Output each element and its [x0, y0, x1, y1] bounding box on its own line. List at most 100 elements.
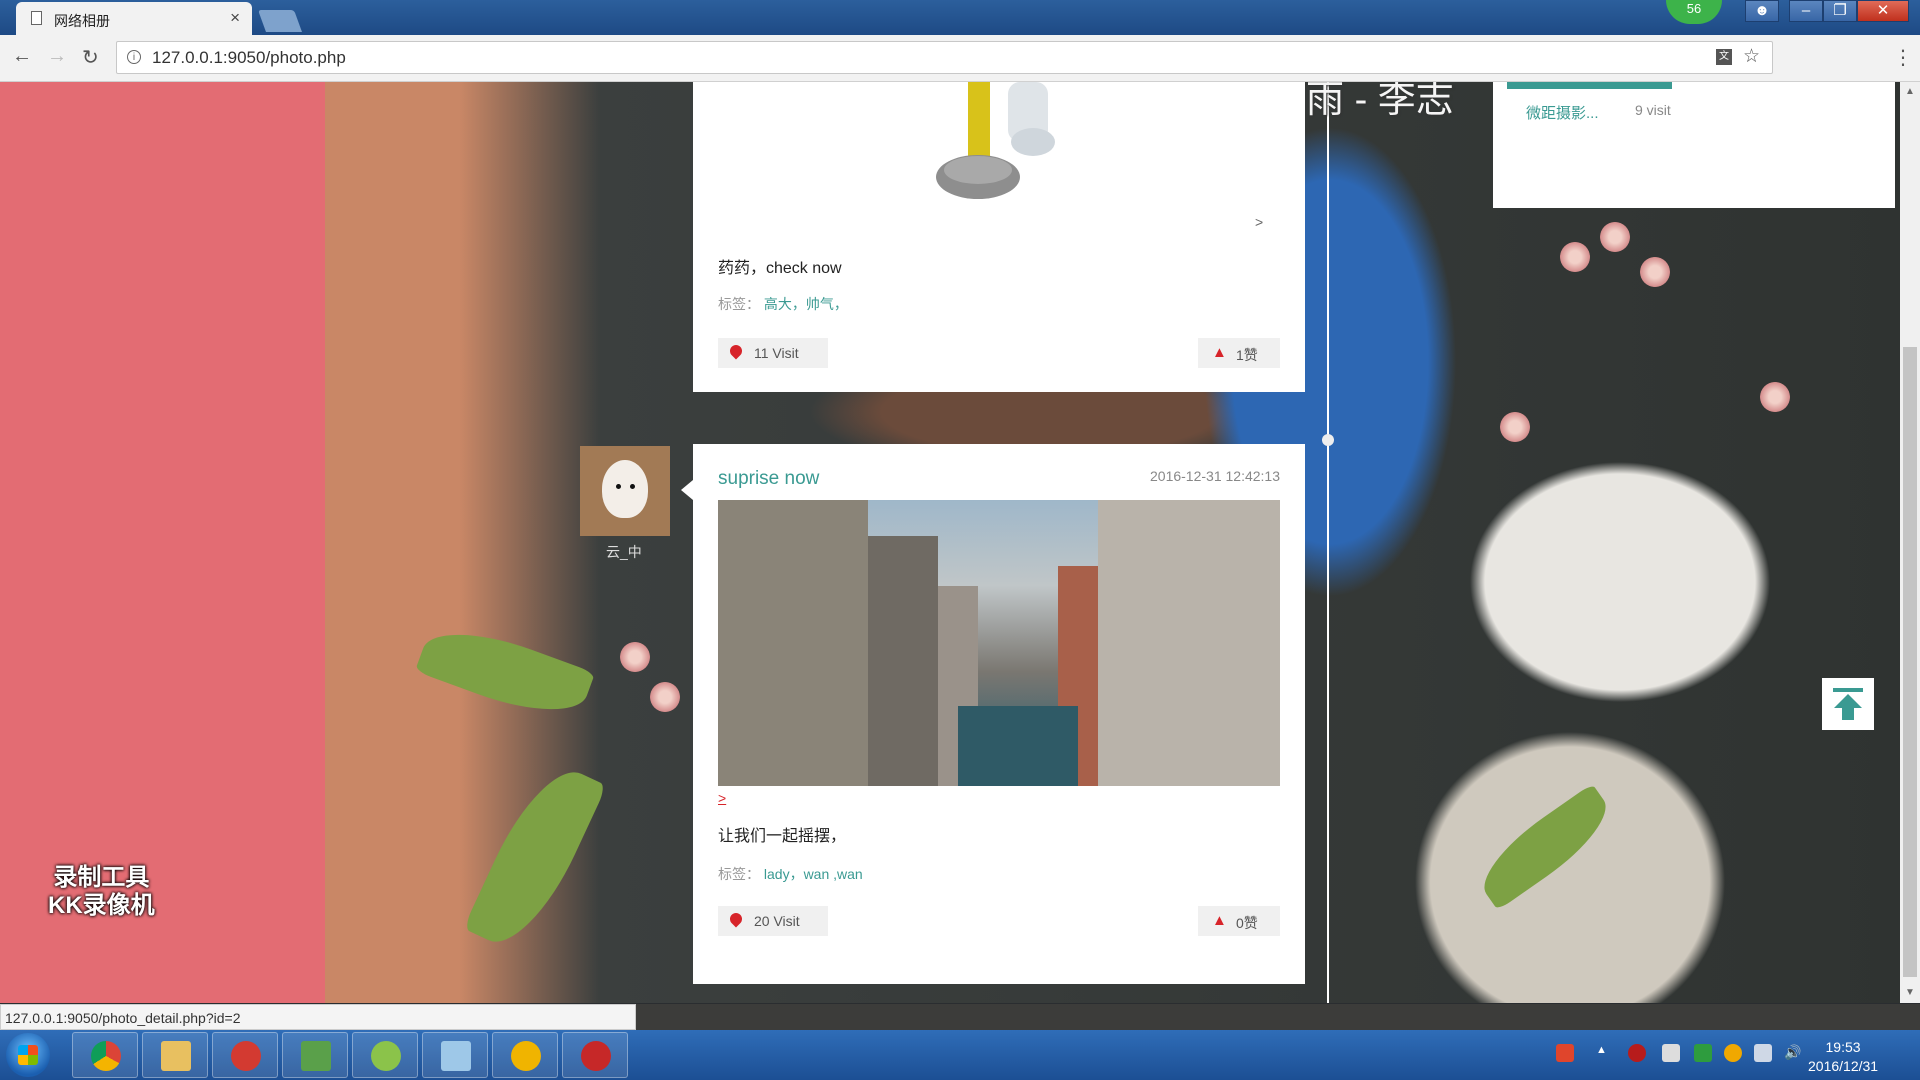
like-button[interactable]: ▲ 1赞 [1198, 338, 1280, 368]
like-button[interactable]: ▲ 0赞 [1198, 906, 1280, 936]
timeline-dot [1322, 434, 1334, 446]
maximize-button[interactable]: ❐ [1823, 0, 1857, 22]
recorder-watermark: 录制工具 KK录像机 [48, 864, 155, 920]
visit-count-button[interactable]: 20 Visit [718, 906, 828, 936]
photo-building [1098, 500, 1280, 786]
tray-app-icon[interactable] [1628, 1044, 1646, 1062]
taskbar-recorder[interactable] [562, 1032, 628, 1078]
sidebar-album-link[interactable]: 微距摄影... [1526, 102, 1599, 123]
app-icon [301, 1041, 331, 1071]
translate-icon[interactable]: 文 [1716, 49, 1732, 65]
visit-count: 11 Visit [754, 345, 799, 361]
clock-date: 2016/12/31 [1808, 1058, 1879, 1074]
author-name[interactable]: 云_中 [606, 542, 642, 562]
leaf-decoration [463, 756, 607, 958]
photo-canal [958, 706, 1078, 786]
sidebar-card-bar [1507, 82, 1672, 89]
tab-title: 网络相册 [54, 13, 110, 29]
new-tab-button[interactable] [257, 10, 303, 32]
sidebar-album-visits: 9 visit [1635, 102, 1671, 118]
chrome-icon [91, 1041, 121, 1071]
scrollbar-thumb[interactable] [1903, 347, 1917, 977]
taskbar-chrome[interactable] [72, 1032, 138, 1078]
taskbar-netease-music[interactable] [212, 1032, 278, 1078]
volume-icon[interactable]: 🔊 [1784, 1044, 1802, 1062]
tray-app-icon[interactable] [1662, 1044, 1680, 1062]
sidebar-card: 微距摄影... 9 visit [1493, 82, 1895, 208]
address-url[interactable]: 127.0.0.1:9050/photo.php [152, 48, 346, 68]
flower-decoration [1600, 222, 1630, 252]
windows-taskbar: ▲ 🔊 19:53 2016/12/31 [0, 1030, 1920, 1080]
menu-dots-icon[interactable]: ⋮ [1893, 45, 1913, 70]
taskbar-app[interactable] [352, 1032, 418, 1078]
card-pointer-arrow [681, 480, 693, 500]
avatar-eye [630, 484, 635, 489]
windows-logo-icon [18, 1045, 38, 1065]
tags-label: 标签： [718, 296, 760, 312]
post-photo[interactable] [718, 500, 1280, 786]
page-icon [31, 11, 42, 25]
forward-arrow-icon[interactable]: → [47, 45, 67, 68]
tags-value[interactable]: 高大，帅气， [764, 296, 848, 312]
post-more-link[interactable]: > [718, 790, 726, 806]
folder-icon [161, 1041, 191, 1071]
address-bar[interactable]: i 127.0.0.1:9050/photo.php 文 ☆ [116, 41, 1773, 74]
scroll-up-arrow-icon[interactable]: ▲ [1905, 86, 1915, 97]
author-avatar[interactable] [580, 446, 670, 536]
post-more-chevron[interactable]: > [1255, 214, 1263, 230]
taskbar-explorer[interactable] [142, 1032, 208, 1078]
avatar-eye [616, 484, 621, 489]
user-icon[interactable]: ☻ [1745, 0, 1779, 22]
back-arrow-icon[interactable]: ← [12, 45, 32, 68]
input-method-icon[interactable] [1556, 1044, 1574, 1062]
tray-app-icon[interactable] [1694, 1044, 1712, 1062]
taskbar-app[interactable] [492, 1032, 558, 1078]
bookmark-star-icon[interactable]: ☆ [1743, 45, 1760, 68]
taskbar-app[interactable] [422, 1032, 488, 1078]
post-date: 2016-12-31 12:42:13 [1150, 468, 1280, 484]
recorder-icon [581, 1041, 611, 1071]
start-button[interactable] [6, 1033, 50, 1077]
minimize-button[interactable]: – [1789, 0, 1823, 22]
netease-music-icon [231, 1041, 261, 1071]
app-icon [441, 1041, 471, 1071]
thumbs-up-icon: ▲ [1212, 344, 1227, 361]
tab-active[interactable]: 网络相册 × [16, 2, 252, 35]
arrow-up-icon [1833, 688, 1863, 720]
song-title-rest: 雨 - 李志 [1306, 82, 1454, 121]
location-pin-icon [727, 342, 745, 360]
tab-close-icon[interactable]: × [230, 8, 240, 28]
profile-badge: 56 [1666, 0, 1722, 24]
tags-label: 标签： [718, 866, 760, 882]
reload-icon[interactable]: ↻ [82, 45, 99, 70]
tray-app-icon[interactable] [1724, 1044, 1742, 1062]
system-clock[interactable]: 19:53 2016/12/31 [1808, 1038, 1878, 1076]
app-icon [511, 1041, 541, 1071]
post-title[interactable]: suprise now [718, 468, 819, 490]
photo-building [718, 500, 868, 786]
tray-expand-icon[interactable]: ▲ [1596, 1044, 1614, 1062]
key-illustration [936, 82, 1055, 199]
taskbar-app[interactable] [282, 1032, 348, 1078]
app-icon [371, 1041, 401, 1071]
leaf-decoration [1469, 783, 1621, 911]
flower-decoration [1500, 412, 1530, 442]
timeline-line [1327, 82, 1329, 1003]
leaf-decoration [414, 614, 596, 730]
page-scrollbar[interactable]: ▲ ▼ [1900, 82, 1920, 1003]
network-icon[interactable] [1754, 1044, 1772, 1062]
info-icon[interactable]: i [127, 50, 141, 64]
scroll-down-arrow-icon[interactable]: ▼ [1905, 987, 1915, 998]
visit-count-button[interactable]: 11 Visit [718, 338, 828, 368]
link-status-bar: 127.0.0.1:9050/photo_detail.php?id=2 [0, 1004, 636, 1030]
post-tags: 标签： 高大，帅气， [718, 294, 848, 314]
post-tags: 标签： lady，wan ,wan [718, 864, 863, 884]
post-description: 让我们一起摇摆， [718, 828, 847, 845]
flower-decoration [1640, 257, 1670, 287]
tags-value[interactable]: lady，wan ,wan [764, 866, 863, 882]
post-description: 药药，check now [718, 260, 842, 277]
back-to-top-button[interactable] [1822, 678, 1874, 730]
close-window-button[interactable]: ✕ [1857, 0, 1909, 22]
thumbs-up-icon: ▲ [1212, 912, 1227, 929]
post-card: > 药药，check now 标签： 高大，帅气， 11 Visit ▲ 1赞 [693, 82, 1305, 392]
